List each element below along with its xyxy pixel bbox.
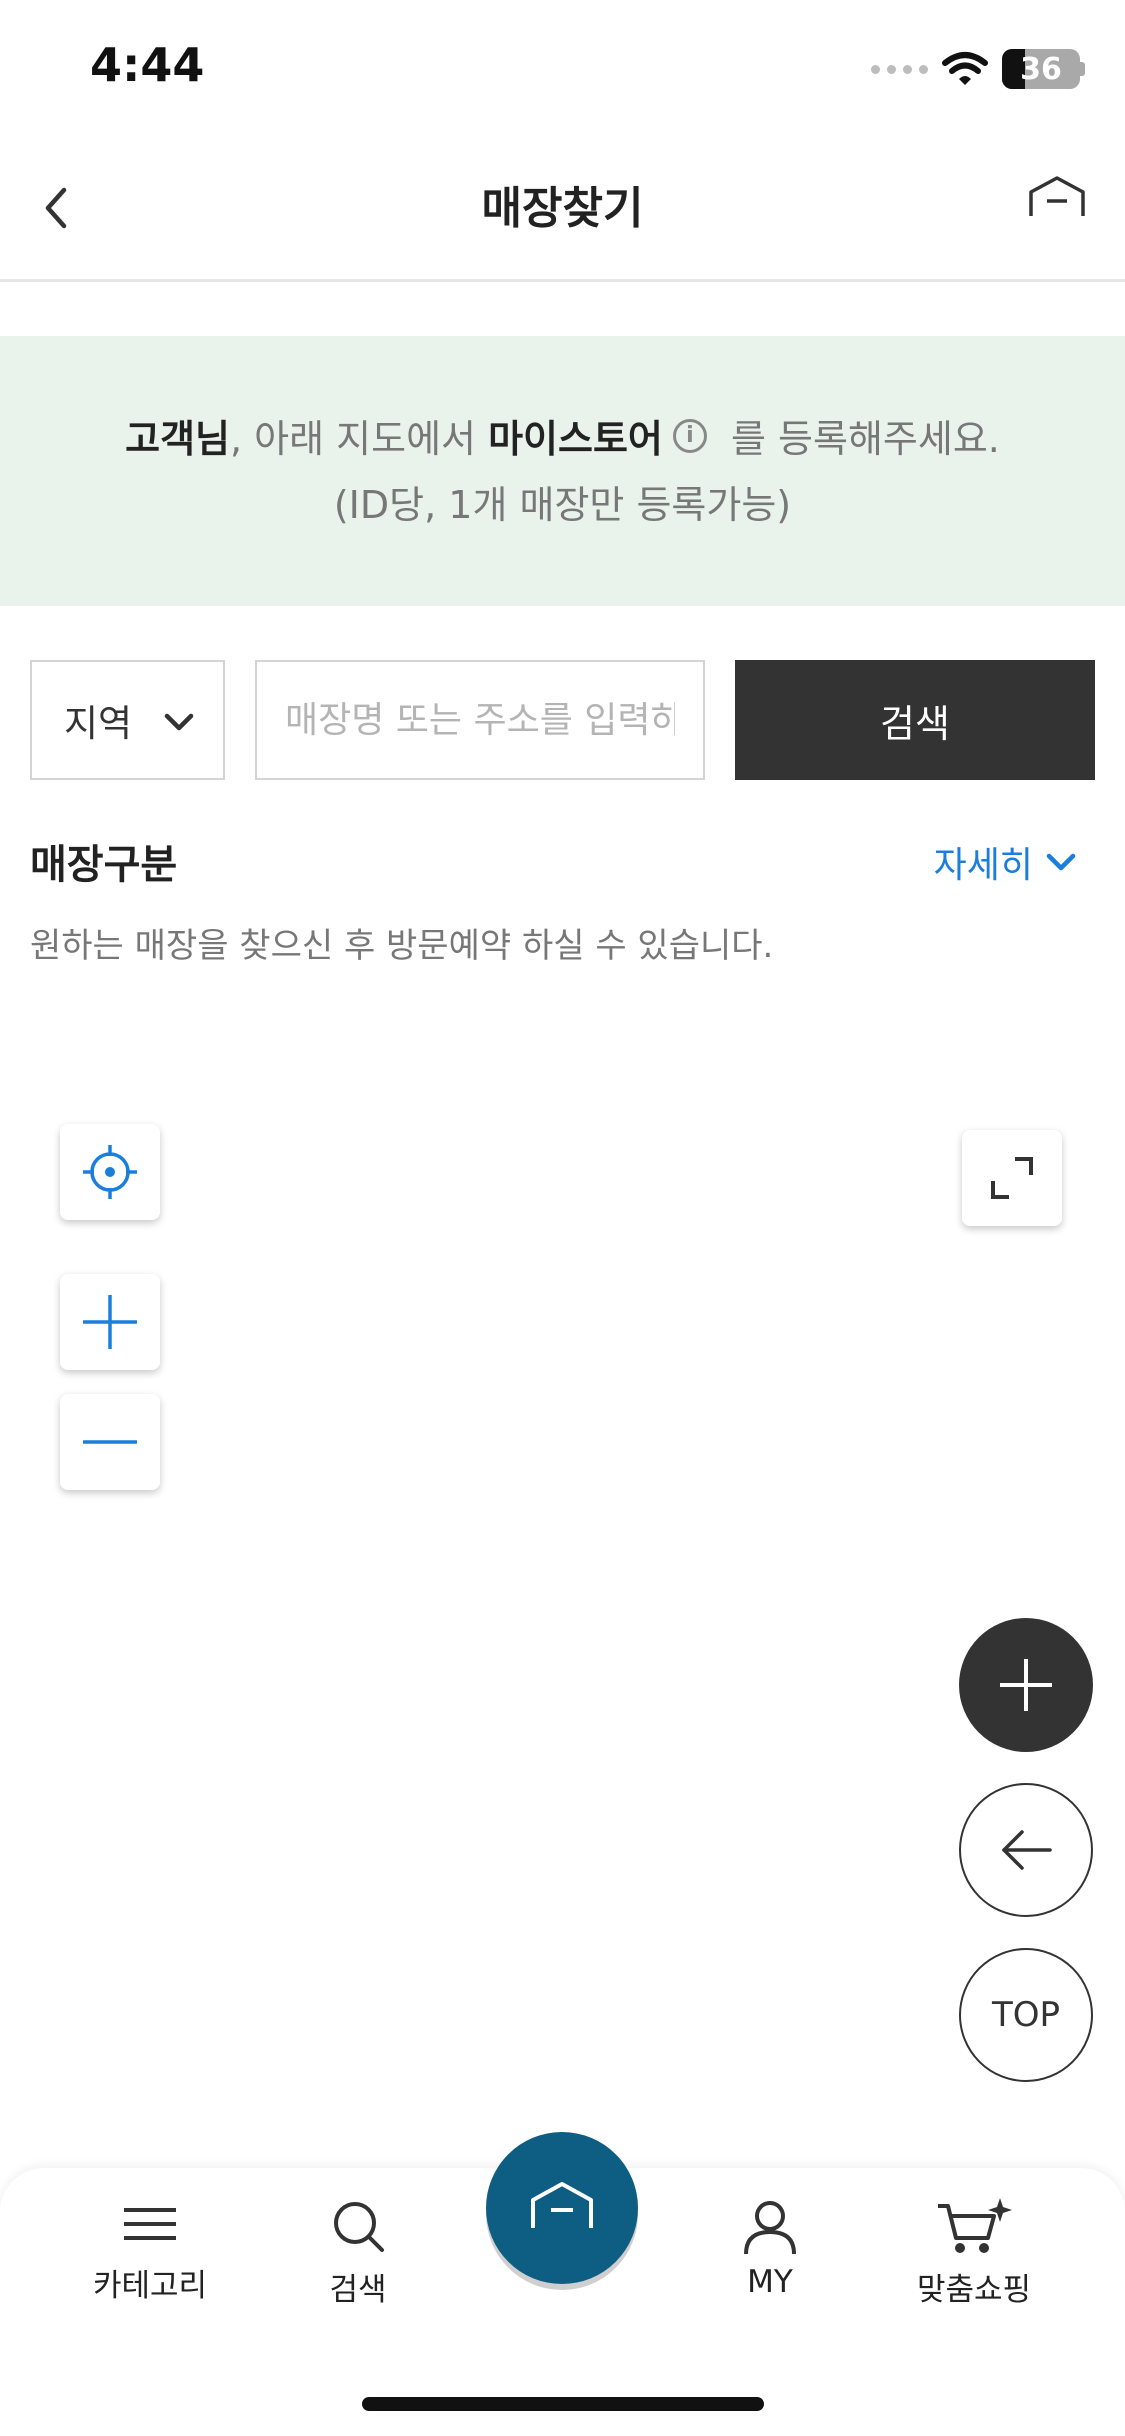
status-indicators: 36 <box>871 44 1085 94</box>
notice-mystore: 마이스토어 <box>488 417 663 461</box>
notice-banner <box>0 336 1125 606</box>
battery-level: 36 <box>1020 51 1062 87</box>
search-icon <box>334 2202 384 2252</box>
fullscreen-button[interactable] <box>962 1130 1062 1226</box>
cellular-signal-icon <box>871 64 928 74</box>
notice-text: 고객님 , 아래 지도에서 마이스토어 i 를 등록해주세요. <box>0 408 1125 463</box>
notice-subtext: (ID당, 1개 매장만 등록가능) <box>333 483 792 527</box>
region-select[interactable]: 지역 <box>30 660 225 780</box>
nav-custom-shopping[interactable]: 맞춤쇼핑 <box>884 2196 1064 2309</box>
nav-search[interactable]: 검색 <box>268 2196 448 2309</box>
current-location-button[interactable] <box>60 1124 160 1220</box>
expand-icon <box>991 1157 1033 1199</box>
plus-icon <box>83 1295 137 1349</box>
plus-icon <box>1000 1659 1052 1711</box>
minus-icon <box>83 1440 137 1444</box>
nav-my[interactable]: MY <box>680 2196 860 2300</box>
nav-my-label: MY <box>747 2264 793 2300</box>
store-type-title: 매장구분 <box>30 842 178 888</box>
chevron-down-icon <box>164 713 194 731</box>
chevron-down-icon <box>1046 853 1076 871</box>
notice-text-part2: 를 등록해주세요. <box>718 417 1000 461</box>
nav-custom-shopping-label: 맞춤쇼핑 <box>916 2272 1032 2308</box>
region-select-label: 지역 <box>64 702 133 745</box>
scroll-top-button[interactable]: TOP <box>959 1948 1093 2082</box>
notice-customer: 고객님 <box>125 417 231 461</box>
crosshair-icon <box>83 1145 137 1199</box>
store-type-description: 원하는 매장을 찾으신 후 방문예약 하실 수 있습니다. <box>30 926 774 966</box>
detail-toggle-label: 자세히 <box>933 845 1033 886</box>
wifi-icon <box>942 52 988 85</box>
menu-icon <box>124 2208 176 2240</box>
nav-search-label: 검색 <box>329 2272 387 2308</box>
notice-text-part1: , 아래 지도에서 <box>230 417 489 461</box>
status-time: 4:44 <box>90 38 205 92</box>
cart-sparkle-icon <box>938 2198 1012 2253</box>
user-icon <box>744 2201 796 2255</box>
zoom-in-button[interactable] <box>60 1274 160 1370</box>
nav-category[interactable]: 카테고리 <box>60 2196 240 2305</box>
home-icon <box>531 2182 593 2228</box>
home-indicator <box>362 2397 764 2411</box>
info-icon[interactable]: i <box>672 418 707 453</box>
floating-plus-button[interactable] <box>959 1618 1093 1752</box>
nav-category-label: 카테고리 <box>92 2268 208 2304</box>
search-button[interactable]: 검색 <box>735 660 1095 780</box>
battery-icon: 36 <box>1002 49 1080 89</box>
detail-toggle[interactable]: 자세히 <box>934 836 1077 888</box>
home-icon[interactable] <box>1025 172 1089 232</box>
arrow-left-icon <box>1002 1830 1052 1870</box>
search-input[interactable] <box>255 660 705 780</box>
zoom-out-button[interactable] <box>60 1394 160 1490</box>
page-title: 매장찾기 <box>481 183 644 234</box>
header-divider <box>0 279 1125 282</box>
nav-home-button[interactable] <box>486 2132 638 2284</box>
floating-back-button[interactable] <box>959 1783 1093 1917</box>
